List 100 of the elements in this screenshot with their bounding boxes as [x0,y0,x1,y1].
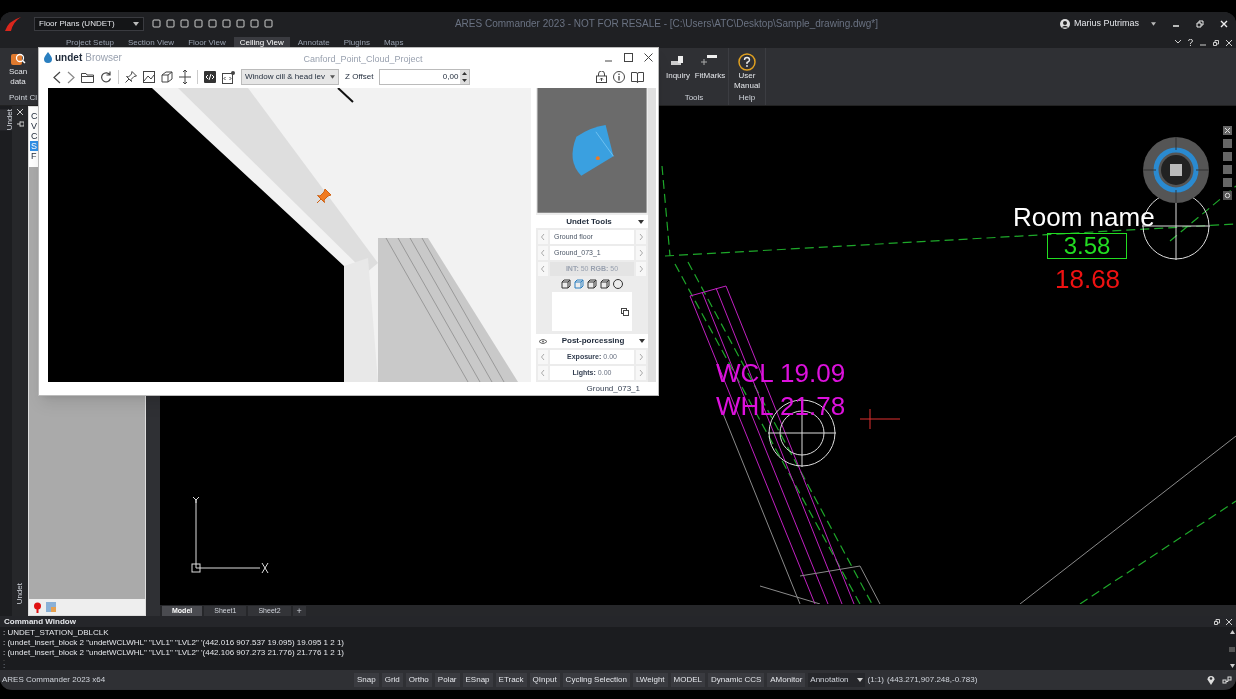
command-line: : UNDET_STATION_DBLCLK [3,628,110,638]
panel-title: Undet [14,582,25,604]
status-text: Ground_073_1 [586,382,640,395]
maximize-icon[interactable] [624,52,633,62]
status-toggle[interactable]: ETrack [495,672,527,687]
tools-header[interactable]: Undet Tools [536,214,648,229]
refresh-icon[interactable] [100,71,112,83]
scroll-up-icon[interactable] [1229,630,1235,634]
help-icon [738,53,756,71]
ribbon-tab[interactable]: Annotate [291,37,336,48]
list-item[interactable]: V [30,121,38,131]
window-title: Canford_Point_Cloud_Project [303,54,423,64]
forward-icon[interactable] [67,70,75,84]
restore-icon[interactable] [1213,39,1219,46]
status-toggle[interactable]: LWeight [633,672,668,687]
app-logo-icon [4,15,22,32]
scroll-down-icon[interactable] [1229,664,1235,668]
status-toggle[interactable]: Dynamic CCS [708,672,765,687]
post-processing-header[interactable]: Post-porcessing [536,334,648,348]
annotation-dropdown[interactable]: Annotation [808,672,865,687]
z-offset-field[interactable]: 0,00 [379,69,471,85]
group-label: Tools [683,92,705,104]
cube-icon[interactable] [161,71,173,83]
status-toggle[interactable]: AMonitor [767,672,806,687]
status-toggle[interactable]: Snap [354,672,379,687]
brand-name: undet [55,50,83,65]
folder-icon[interactable] [81,71,94,83]
scale-readout: (1:1) [867,673,884,686]
lock-icon[interactable] [596,71,607,83]
workspace-dropdown[interactable]: Floor Plans (UNDET) [34,16,144,31]
ribbon-tab[interactable]: Plugins [337,37,376,48]
scrollbar[interactable] [648,88,656,382]
back-icon[interactable] [53,70,61,84]
code-icon[interactable] [204,71,216,83]
window-title: ARES Commander 2023 - NOT FOR RESALE - [C:\Users\ATC\Desktop\Sample_drawing.dwg*] [453,17,880,31]
info-icon[interactable] [613,71,625,83]
restore-icon[interactable] [1214,618,1220,625]
view-cube-icon[interactable] [561,279,571,290]
pin-icon[interactable] [125,71,137,83]
pin-icon [316,188,332,204]
location-pin-icon[interactable] [1207,674,1215,685]
cursor-crosshair-icon [859,408,901,430]
code-settings-icon[interactable] [222,70,235,84]
caret-icon[interactable] [639,339,645,344]
status-toggle[interactable]: ESnap [462,672,493,687]
command-window-title: Command Window [4,615,76,628]
status-toggle[interactable]: QInput [529,672,560,687]
caret-icon[interactable] [1151,21,1156,26]
user-icon [1060,18,1070,29]
ribbon-tab[interactable]: Maps [377,37,410,48]
scrollbar[interactable] [1228,627,1236,671]
annotation-text: 18.68 [1055,264,1121,294]
user-manual-button[interactable]: User Manual [732,53,762,91]
caret-icon[interactable] [638,219,644,224]
ribbon-tab[interactable]: Floor View [182,37,232,48]
list-item[interactable]: C [30,111,38,121]
book-icon[interactable] [631,71,644,83]
copy-icon[interactable] [621,307,629,316]
panel-label: Point Cl [9,92,38,104]
navigation-wheel-icon[interactable] [1142,136,1210,204]
command-line: : (undet_insert_block 2 "undetWCLWHL" "LVL1" "LVL2" '(442.016 907.537 19.095) 19.095 1 2 1) [3,638,345,648]
ribbon-tab[interactable]: Section View [122,37,181,48]
status-toggle[interactable]: Grid [381,672,403,687]
coordinates-readout: (443.271,907.248,-0.783) [887,673,978,686]
settings-icon[interactable] [1223,191,1232,200]
annotation-text: Room name [1013,202,1155,232]
list-item[interactable]: C [30,131,38,141]
status-toggle[interactable]: Ortho [405,672,432,687]
inquiry-button[interactable]: Inquiry [663,53,693,81]
caret-icon[interactable] [330,75,336,79]
fitmarks-button[interactable]: FitMarks [695,53,725,81]
list-item[interactable]: S [30,141,38,151]
status-toggle[interactable]: Polar [434,672,460,687]
view-cube-icon[interactable] [587,279,597,290]
chevron-down-icon[interactable] [1175,40,1181,45]
close-icon[interactable] [644,52,653,62]
window-subtitle: Browser [85,50,122,65]
command-line: : (undet_insert_block 2 "undetWCLWHL" "LVL1" "LVL2" '(442.106 907.273 21.776) 21.776 1 2 1) [3,648,345,658]
view-cube-icon[interactable] [600,279,610,290]
status-app-name: ARES Commander 2023 x64 [2,673,107,686]
caret-icon[interactable] [133,21,139,26]
user-name[interactable]: Marius Putrimas [1074,16,1139,31]
help-icon[interactable] [1188,39,1193,46]
scan-data-button[interactable]: Scan data [6,51,30,87]
caret-icon[interactable] [856,677,863,682]
drop-logo-icon [44,51,52,63]
group-label: Help [737,92,757,104]
status-toggle[interactable]: MODEL [670,672,706,687]
marker-icon[interactable] [33,601,42,613]
ribbon-tab[interactable]: Project Setup [60,37,121,48]
list-item[interactable]: F [30,151,38,161]
move-arrows-icon[interactable] [179,70,191,84]
spinner-icon[interactable] [460,70,470,84]
status-toggle[interactable]: Cycling Selection [562,672,630,687]
network-icon[interactable] [1222,674,1232,685]
view-tool-icon[interactable] [1223,126,1232,135]
layer-dropdown[interactable]: Window cill & head lev [241,69,340,85]
add-sheet-button[interactable]: + [292,606,306,616]
scrollbar-thumb[interactable] [1229,646,1235,652]
side-tab[interactable]: Undet [0,109,12,131]
